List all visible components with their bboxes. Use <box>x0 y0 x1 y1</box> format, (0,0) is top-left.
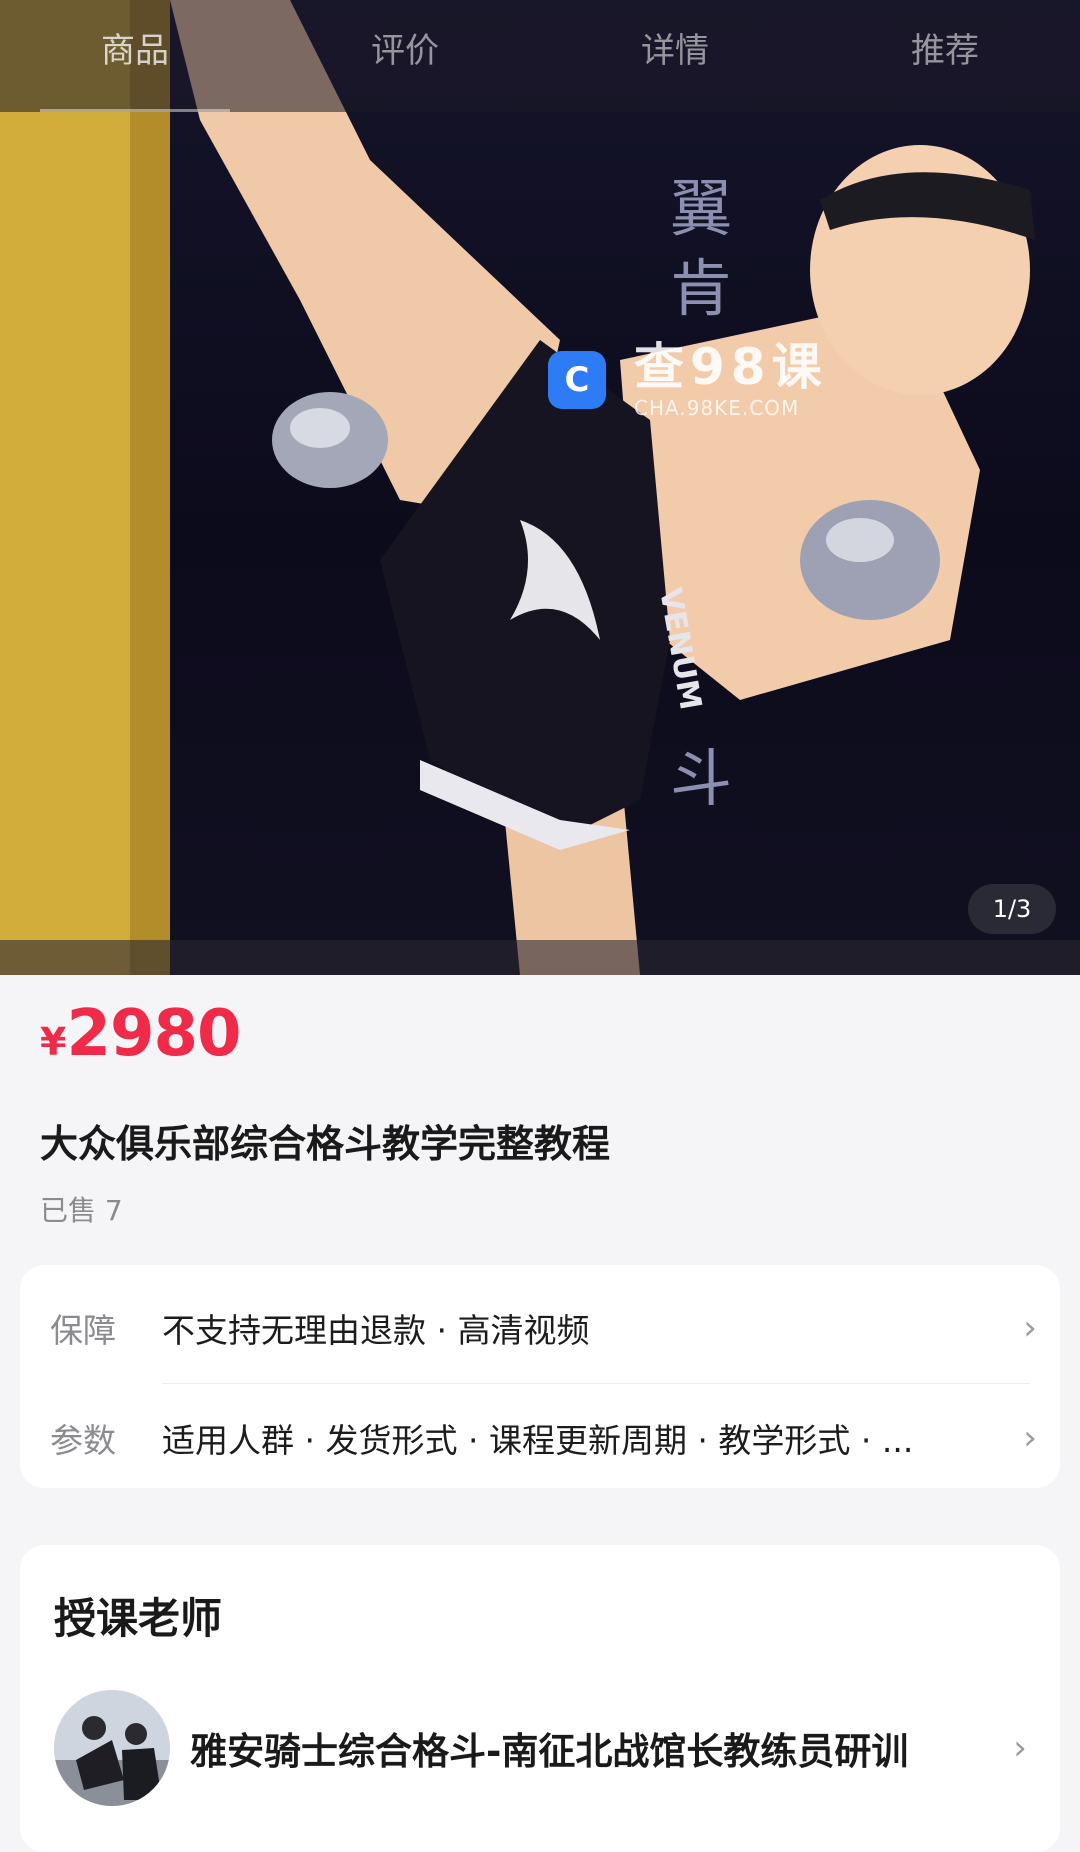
chevron-right-icon: › <box>1013 1728 1027 1768</box>
chevron-right-icon: › <box>1023 1308 1037 1348</box>
guarantee-value: 不支持无理由退款 · 高清视频 <box>162 1311 590 1350</box>
chevron-right-icon: › <box>1023 1418 1037 1458</box>
params-row[interactable]: 参数 适用人群 · 发货形式 · 课程更新周期 · 教学形式 · ... › <box>20 1383 1060 1493</box>
svg-text:斗: 斗 <box>670 742 732 815</box>
sold-count: 已售 7 <box>40 1194 123 1227</box>
product-title: 大众俱乐部综合格斗教学完整教程 <box>40 1122 611 1166</box>
teacher-card: 授课老师 雅安骑士综合格斗-南征北战馆长教练员研训 › <box>20 1545 1060 1852</box>
price-value: 2980 <box>66 997 241 1071</box>
currency-symbol: ¥ <box>40 1020 67 1064</box>
guarantee-row[interactable]: 保障 不支持无理由退款 · 高清视频 › <box>20 1273 1060 1383</box>
section-tabs: 商品 评价 详情 推荐 <box>0 0 1080 112</box>
svg-text:翼: 翼 <box>670 172 732 245</box>
params-label: 参数 <box>50 1421 116 1460</box>
teacher-row[interactable]: 雅安骑士综合格斗-南征北战馆长教练员研训 › <box>54 1689 1040 1807</box>
product-image-gallery[interactable]: 翼 肯 斗 VENUM 商品 评价 详情 推荐 C 查98课 CHA.98KE.… <box>0 0 1080 975</box>
teacher-name: 雅安骑士综合格斗-南征北战馆长教练员研训 <box>190 1730 909 1773</box>
watermark-logo-icon: C <box>548 351 606 409</box>
tab-product[interactable]: 商品 <box>0 0 270 112</box>
avatar <box>54 1690 170 1806</box>
params-value: 适用人群 · 发货形式 · 课程更新周期 · 教学形式 · ... <box>162 1421 914 1460</box>
spec-card: 保障 不支持无理由退款 · 高清视频 › 参数 适用人群 · 发货形式 · 课程… <box>20 1265 1060 1488</box>
image-page-indicator: 1/3 <box>968 884 1056 934</box>
tab-recommend[interactable]: 推荐 <box>810 0 1080 112</box>
tab-details[interactable]: 详情 <box>540 0 810 112</box>
svg-text:肯: 肯 <box>670 252 732 325</box>
watermark-url: CHA.98KE.COM <box>634 396 800 420</box>
price: ¥2980 <box>40 997 242 1071</box>
watermark-text: 查98课 <box>634 338 828 396</box>
tab-reviews[interactable]: 评价 <box>270 0 540 112</box>
watermark: C 查98课 CHA.98KE.COM <box>548 340 828 420</box>
product-info-panel: ¥2980 大众俱乐部综合格斗教学完整教程 已售 7 保障 不支持无理由退款 ·… <box>0 975 1080 1852</box>
teacher-heading: 授课老师 <box>54 1594 223 1643</box>
guarantee-label: 保障 <box>50 1311 116 1350</box>
product-photo: 翼 肯 斗 VENUM <box>0 0 1080 975</box>
